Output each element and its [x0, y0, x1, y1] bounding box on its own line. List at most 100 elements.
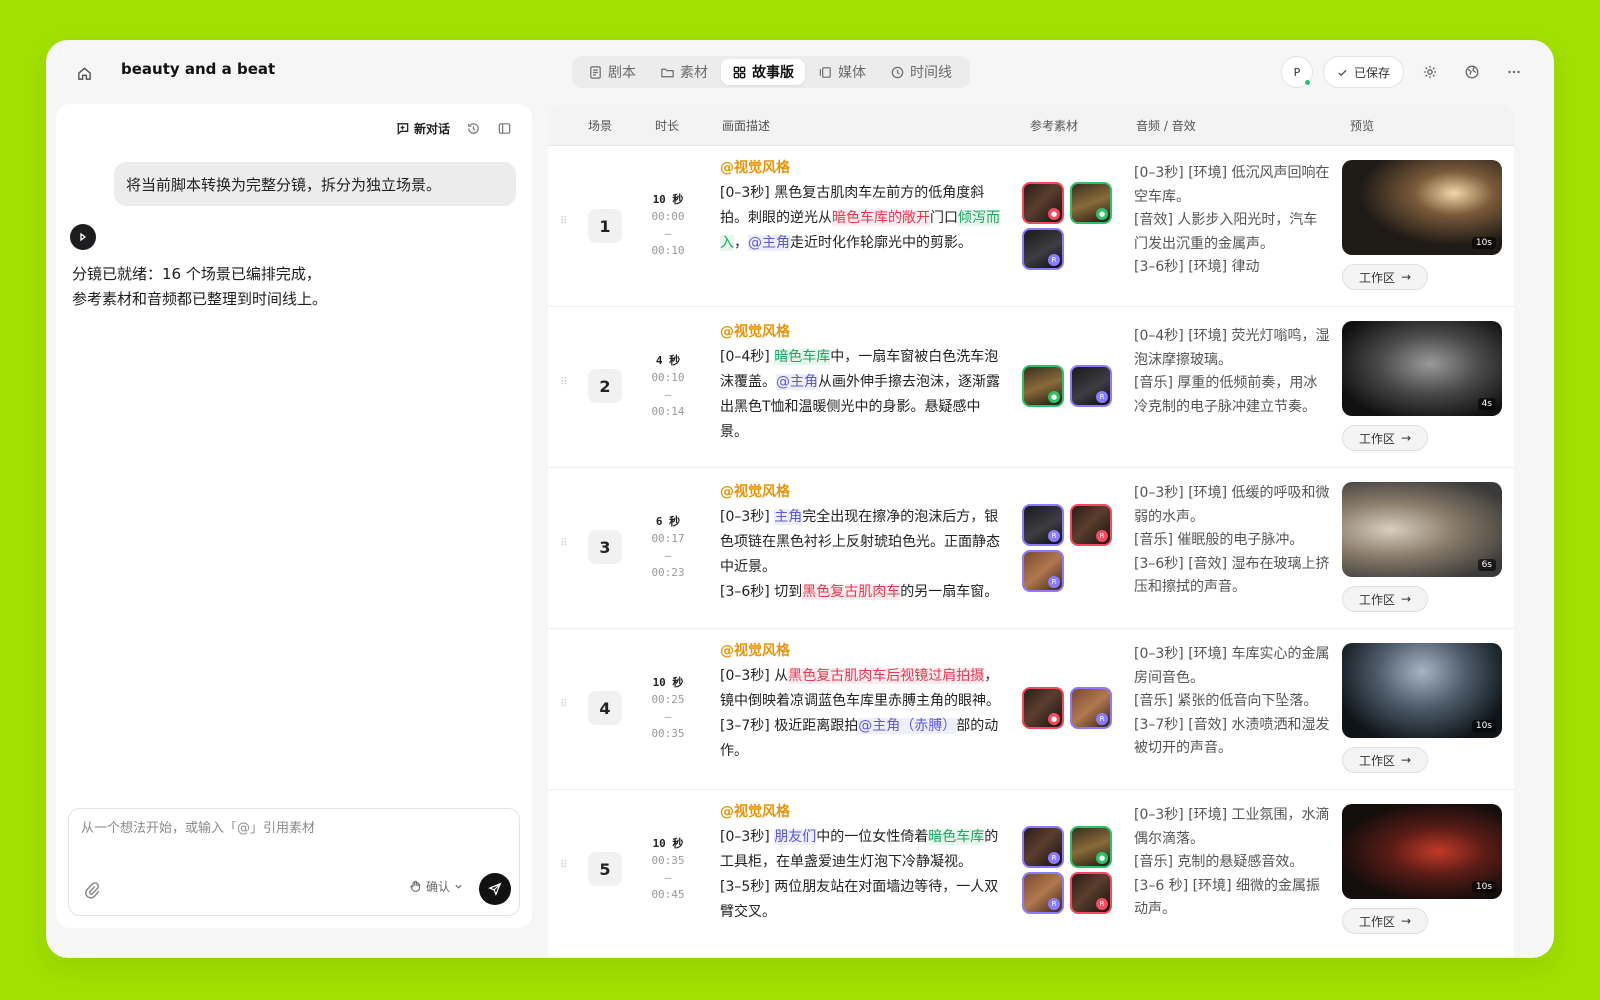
desc-text: [3–5秒] 两位朋友站在对面墙边等待，一人双臂交叉。 [720, 879, 999, 920]
scene-description: @视觉风格 [0–3秒] 黑色复古肌肉车左前方的低角度斜拍。刺眼的逆光从暗色车库… [720, 156, 1000, 256]
user-avatar[interactable]: P [1280, 56, 1313, 88]
ref-thumbnail[interactable]: R [1022, 550, 1064, 592]
arrow-right-icon: → [1400, 592, 1412, 606]
ref-thumbnail[interactable]: ● [1070, 182, 1112, 224]
clock-icon [891, 66, 904, 78]
preview-thumbnail[interactable]: 6s [1342, 482, 1502, 577]
workspace-button[interactable]: 工作区 → [1342, 264, 1428, 290]
scene-number: 2 [588, 369, 622, 403]
more-button[interactable] [1498, 56, 1530, 88]
tab-storyboard[interactable]: 故事版 [721, 59, 805, 85]
preview-thumbnail[interactable]: 4s [1342, 321, 1502, 416]
gear-icon [1423, 65, 1437, 79]
ref-thumbnail[interactable]: ● [1022, 365, 1064, 407]
ref-location-tag[interactable]: 暗色车库 [774, 349, 831, 365]
col-duration: 时长 [655, 119, 680, 133]
online-status-dot [1303, 79, 1311, 86]
workspace-label: 工作区 [1358, 431, 1395, 446]
visual-style-tag[interactable]: @视觉风格 [720, 639, 1000, 664]
ref-thumbnail[interactable]: R [1022, 504, 1064, 546]
ref-character-tag[interactable]: @主角 [776, 374, 818, 390]
tab-media[interactable]: 媒体 [807, 59, 877, 85]
ref-thumbnail[interactable]: R [1022, 872, 1064, 914]
chat-panel: 新对话 将当前脚本转换为完整分镜，拆分为独立场景。 分镜已就绪：16 个场景已编… [56, 104, 532, 928]
ref-thumbnail[interactable]: R [1070, 504, 1112, 546]
chat-composer: 确认 [68, 808, 520, 916]
table-row[interactable]: ⠿ 3 6 秒 00:17 – 00:23 @视觉风格 [0–3秒] 主角完全出… [548, 468, 1514, 629]
desc-text: 中的一位女性倚着 [816, 829, 929, 845]
end-time: 00:35 [651, 727, 685, 740]
scene-preview: 6s 工作区 → [1342, 482, 1502, 622]
ref-thumbnail[interactable]: ● [1022, 687, 1064, 729]
tab-script[interactable]: 剧本 [577, 59, 647, 85]
table-row[interactable]: ⠿ 5 10 秒 00:35 – 00:45 @视觉风格 [0–3秒] 朋友们中… [548, 790, 1514, 958]
ref-thumbnail[interactable]: R [1022, 826, 1064, 868]
time-separator: – [664, 227, 672, 240]
ref-thumbnail[interactable]: ● [1070, 826, 1112, 868]
ref-character-tag[interactable]: @主角 [748, 235, 790, 251]
start-time: 00:17 [651, 532, 685, 545]
col-scene: 场景 [588, 119, 613, 133]
desc-text: [0–3秒] 从 [720, 668, 789, 684]
saved-status-button[interactable]: 已保存 [1322, 56, 1404, 88]
duration-value: 6 秒 [655, 515, 681, 528]
visual-style-tag[interactable]: @视觉风格 [720, 156, 1000, 181]
ref-location-tag[interactable]: 暗色车库的敞开 [832, 210, 930, 226]
new-chat-button[interactable]: 新对话 [395, 120, 450, 137]
preview-thumbnail[interactable]: 10s [1342, 643, 1502, 738]
ref-character-tag[interactable]: @主角（赤膊） [858, 718, 957, 734]
top-bar: beauty and a beat 剧本 素材 故事版 媒体 时间线 P 已保存 [46, 40, 1554, 104]
ref-prop-tag[interactable]: 黑色复古肌肉车后视镜过肩拍摄 [788, 668, 985, 684]
workspace-button[interactable]: 工作区 → [1342, 425, 1428, 451]
table-header: 场景 时长 画面描述 参考素材 音频 / 音效 预览 [548, 104, 1514, 146]
time-separator: – [664, 871, 672, 884]
settings-button[interactable] [1414, 56, 1446, 88]
chat-input[interactable] [81, 821, 501, 836]
history-icon[interactable] [466, 121, 481, 136]
share-button[interactable] [1456, 56, 1488, 88]
ref-character-tag[interactable]: 主角 [774, 509, 803, 525]
time-separator: – [664, 710, 672, 723]
table-row[interactable]: ⠿ 4 10 秒 00:25 – 00:35 @视觉风格 [0–3秒] 从黑色复… [548, 629, 1514, 790]
drag-handle-icon[interactable]: ⠿ [560, 378, 568, 394]
ref-thumbnail[interactable]: R [1070, 687, 1112, 729]
workspace-button[interactable]: 工作区 → [1342, 908, 1428, 934]
ref-thumbnail[interactable]: R [1070, 365, 1112, 407]
ref-prop-tag[interactable]: 黑色复古肌肉车 [802, 584, 901, 600]
duration-value: 4 秒 [655, 354, 681, 367]
ref-thumbnail[interactable]: R [1070, 872, 1112, 914]
workspace-button[interactable]: 工作区 → [1342, 747, 1428, 773]
home-icon[interactable] [72, 61, 96, 85]
sidebar-toggle-icon[interactable] [497, 121, 512, 136]
confirm-mode-dropdown[interactable]: 确认 [409, 878, 463, 895]
end-time: 00:45 [651, 888, 685, 901]
paperclip-icon[interactable] [83, 881, 101, 899]
drag-handle-icon[interactable]: ⠿ [560, 217, 568, 233]
table-row[interactable]: ⠿ 1 10 秒 00:00 – 00:10 @视觉风格 [0–3秒] 黑色复古… [548, 146, 1514, 307]
drag-handle-icon[interactable]: ⠿ [560, 700, 568, 716]
user-message: 将当前脚本转换为完整分镜，拆分为独立场景。 [114, 162, 516, 206]
ref-thumbnail[interactable]: ● [1022, 182, 1064, 224]
tab-label: 时间线 [910, 65, 952, 81]
drag-handle-icon[interactable]: ⠿ [560, 861, 568, 877]
send-button[interactable] [479, 873, 511, 905]
table-row[interactable]: ⠿ 2 4 秒 00:10 – 00:14 @视觉风格 [0–4秒] 暗色车库中… [548, 307, 1514, 468]
end-time: 00:10 [651, 244, 685, 257]
visual-style-tag[interactable]: @视觉风格 [720, 800, 1000, 825]
workspace-button[interactable]: 工作区 → [1342, 586, 1428, 612]
workspace-label: 工作区 [1358, 753, 1395, 768]
desc-text: [0–4秒] [720, 349, 775, 365]
tab-assets[interactable]: 素材 [649, 59, 719, 85]
preview-thumbnail[interactable]: 10s [1342, 160, 1502, 255]
ref-character-tag[interactable]: 朋友们 [774, 829, 817, 845]
folder-icon [661, 68, 674, 77]
visual-style-tag[interactable]: @视觉风格 [720, 320, 1000, 345]
view-tabs: 剧本 素材 故事版 媒体 时间线 [572, 56, 970, 88]
ref-location-tag[interactable]: 暗色车库 [928, 829, 985, 845]
preview-thumbnail[interactable]: 10s [1342, 804, 1502, 899]
drag-handle-icon[interactable]: ⠿ [560, 539, 568, 555]
visual-style-tag[interactable]: @视觉风格 [720, 480, 1000, 505]
tab-timeline[interactable]: 时间线 [879, 59, 963, 85]
new-chat-label: 新对话 [413, 122, 450, 136]
ref-thumbnail[interactable]: R [1022, 228, 1064, 270]
